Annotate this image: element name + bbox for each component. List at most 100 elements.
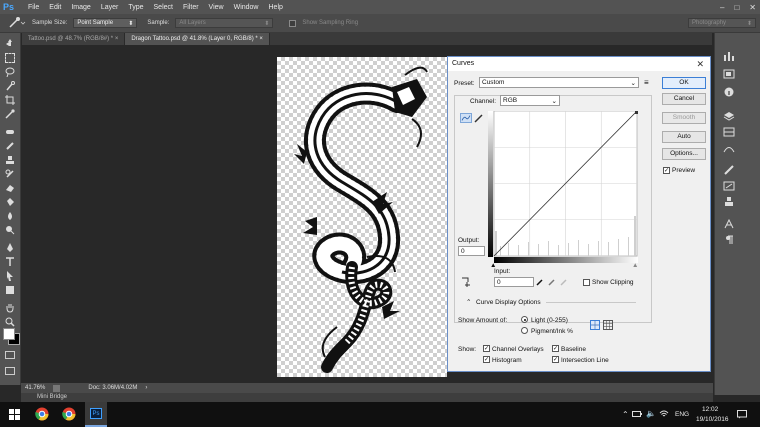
channel-overlays-checkbox[interactable]: ✓ [483, 345, 490, 352]
black-eyedropper-icon[interactable] [536, 278, 544, 286]
path-selection-icon[interactable] [5, 271, 15, 281]
shape-tool-icon[interactable] [5, 285, 15, 295]
intersection-line-checkbox[interactable]: ✓ [552, 356, 559, 363]
sample-select[interactable]: All Layers ⬍ [175, 18, 274, 28]
clock-date[interactable]: 19/10/2016 [696, 416, 729, 423]
white-point-slider-icon[interactable]: ▲ [632, 262, 638, 269]
menu-image[interactable]: Image [66, 4, 95, 11]
mini-bridge-tab[interactable]: Mini Bridge [21, 393, 713, 402]
battery-icon[interactable] [632, 410, 642, 418]
curve-point-tool-icon[interactable] [460, 113, 472, 123]
light-radio[interactable] [521, 316, 528, 323]
close-icon[interactable]: × [115, 36, 119, 42]
dodge-tool-icon[interactable] [5, 225, 15, 235]
preset-options-icon[interactable]: ≡ [644, 78, 649, 87]
workspace-select[interactable]: Photography ⬍ [688, 18, 756, 28]
quick-selection-tool-icon[interactable] [5, 81, 15, 91]
channels-panel-icon[interactable] [723, 127, 735, 137]
sample-size-select[interactable]: Point Sample ⬍ [73, 18, 138, 28]
show-clipping-checkbox[interactable] [583, 279, 590, 286]
chevron-up-icon[interactable]: ⌃ [466, 298, 471, 306]
histogram-panel-icon[interactable] [723, 51, 735, 61]
sampling-ring-checkbox[interactable] [289, 19, 297, 27]
paths-panel-icon[interactable] [723, 143, 735, 153]
close-icon[interactable]: ✕ [696, 57, 704, 71]
lasso-tool-icon[interactable] [5, 67, 15, 77]
menu-file[interactable]: File [23, 4, 44, 11]
chevron-up-icon[interactable]: ⌃ [622, 410, 629, 419]
options-button[interactable]: Options... [662, 148, 706, 160]
menu-select[interactable]: Select [149, 4, 178, 11]
eyedropper-tool-icon[interactable] [6, 16, 26, 30]
photoshop-taskbar-button[interactable]: Ps [85, 402, 107, 427]
blur-tool-icon[interactable] [5, 211, 15, 221]
wifi-icon[interactable] [659, 410, 669, 418]
screen-mode-icon[interactable] [5, 367, 15, 375]
minimize-button[interactable]: – [720, 3, 724, 12]
auto-button[interactable]: Auto [662, 131, 706, 143]
chrome-icon[interactable] [35, 407, 49, 421]
export-icon[interactable] [53, 384, 61, 392]
curve-graph[interactable] [488, 111, 638, 257]
navigator-panel-icon[interactable] [723, 69, 735, 79]
document-canvas[interactable] [277, 57, 447, 377]
baseline-checkbox[interactable]: ✓ [552, 345, 559, 352]
chevron-right-icon[interactable]: › [145, 385, 147, 391]
white-eyedropper-icon[interactable] [560, 278, 568, 286]
curve-point-highlight[interactable] [635, 111, 638, 114]
marquee-tool-icon[interactable] [5, 53, 15, 63]
close-window-button[interactable]: ✕ [749, 3, 756, 12]
zoom-tool-icon[interactable] [5, 317, 15, 327]
clone-source-icon[interactable] [723, 197, 735, 207]
crop-tool-icon[interactable] [5, 95, 15, 105]
menu-help[interactable]: Help [264, 4, 288, 11]
ok-button[interactable]: OK [662, 77, 706, 89]
simple-grid-icon[interactable] [590, 320, 600, 330]
eraser-tool-icon[interactable] [5, 183, 15, 193]
layers-panel-icon[interactable] [723, 111, 735, 121]
preset-dropdown[interactable]: Custom ⌄ [479, 77, 639, 88]
menu-type[interactable]: Type [123, 4, 148, 11]
menu-window[interactable]: Window [229, 4, 264, 11]
eyedropper-icon[interactable] [5, 109, 15, 119]
pigment-radio[interactable] [521, 327, 528, 334]
detailed-grid-icon[interactable] [603, 320, 613, 330]
targeted-adjustment-icon[interactable] [460, 276, 472, 288]
clock-time[interactable]: 12:02 [702, 406, 718, 413]
maximize-button[interactable]: □ [734, 3, 739, 12]
foreground-color-swatch[interactable] [3, 328, 15, 340]
menu-filter[interactable]: Filter [178, 4, 204, 11]
brush-panel-icon[interactable] [723, 165, 735, 175]
character-panel-icon[interactable] [723, 219, 735, 229]
brush-tool-icon[interactable] [5, 141, 15, 151]
cancel-button[interactable]: Cancel [662, 93, 706, 105]
info-panel-icon[interactable] [723, 87, 735, 97]
chrome-icon-2[interactable] [62, 407, 76, 421]
windows-start-icon[interactable] [9, 409, 20, 420]
menu-layer[interactable]: Layer [96, 4, 124, 11]
pen-tool-icon[interactable] [5, 243, 15, 253]
move-tool-icon[interactable] [5, 39, 15, 49]
pencil-tool-icon[interactable] [474, 113, 484, 123]
type-tool-icon[interactable] [5, 257, 15, 267]
menu-view[interactable]: View [204, 4, 229, 11]
brush-presets-icon[interactable] [723, 181, 735, 191]
input-field[interactable]: 0 [494, 277, 534, 287]
close-icon[interactable]: × [259, 36, 263, 42]
clone-stamp-icon[interactable] [5, 155, 15, 165]
healing-brush-icon[interactable] [5, 127, 15, 137]
hand-tool-icon[interactable] [5, 303, 15, 313]
histogram-checkbox[interactable]: ✓ [483, 356, 490, 363]
language-indicator[interactable]: ENG [675, 411, 689, 418]
quick-mask-icon[interactable] [5, 351, 15, 359]
zoom-level[interactable]: 41.76% [25, 385, 45, 391]
history-brush-icon[interactable] [5, 169, 15, 179]
output-field[interactable]: 0 [458, 246, 485, 256]
menu-edit[interactable]: Edit [44, 4, 66, 11]
volume-icon[interactable]: 🔈 [646, 409, 656, 418]
channel-dropdown[interactable]: RGB ⌄ [500, 95, 560, 106]
tab-tattoo[interactable]: Tattoo.psd @ 48.7% (RGB/8#) * × [22, 33, 126, 45]
smooth-button[interactable]: Smooth [662, 112, 706, 124]
notifications-icon[interactable] [737, 410, 747, 419]
gray-eyedropper-icon[interactable] [548, 278, 556, 286]
